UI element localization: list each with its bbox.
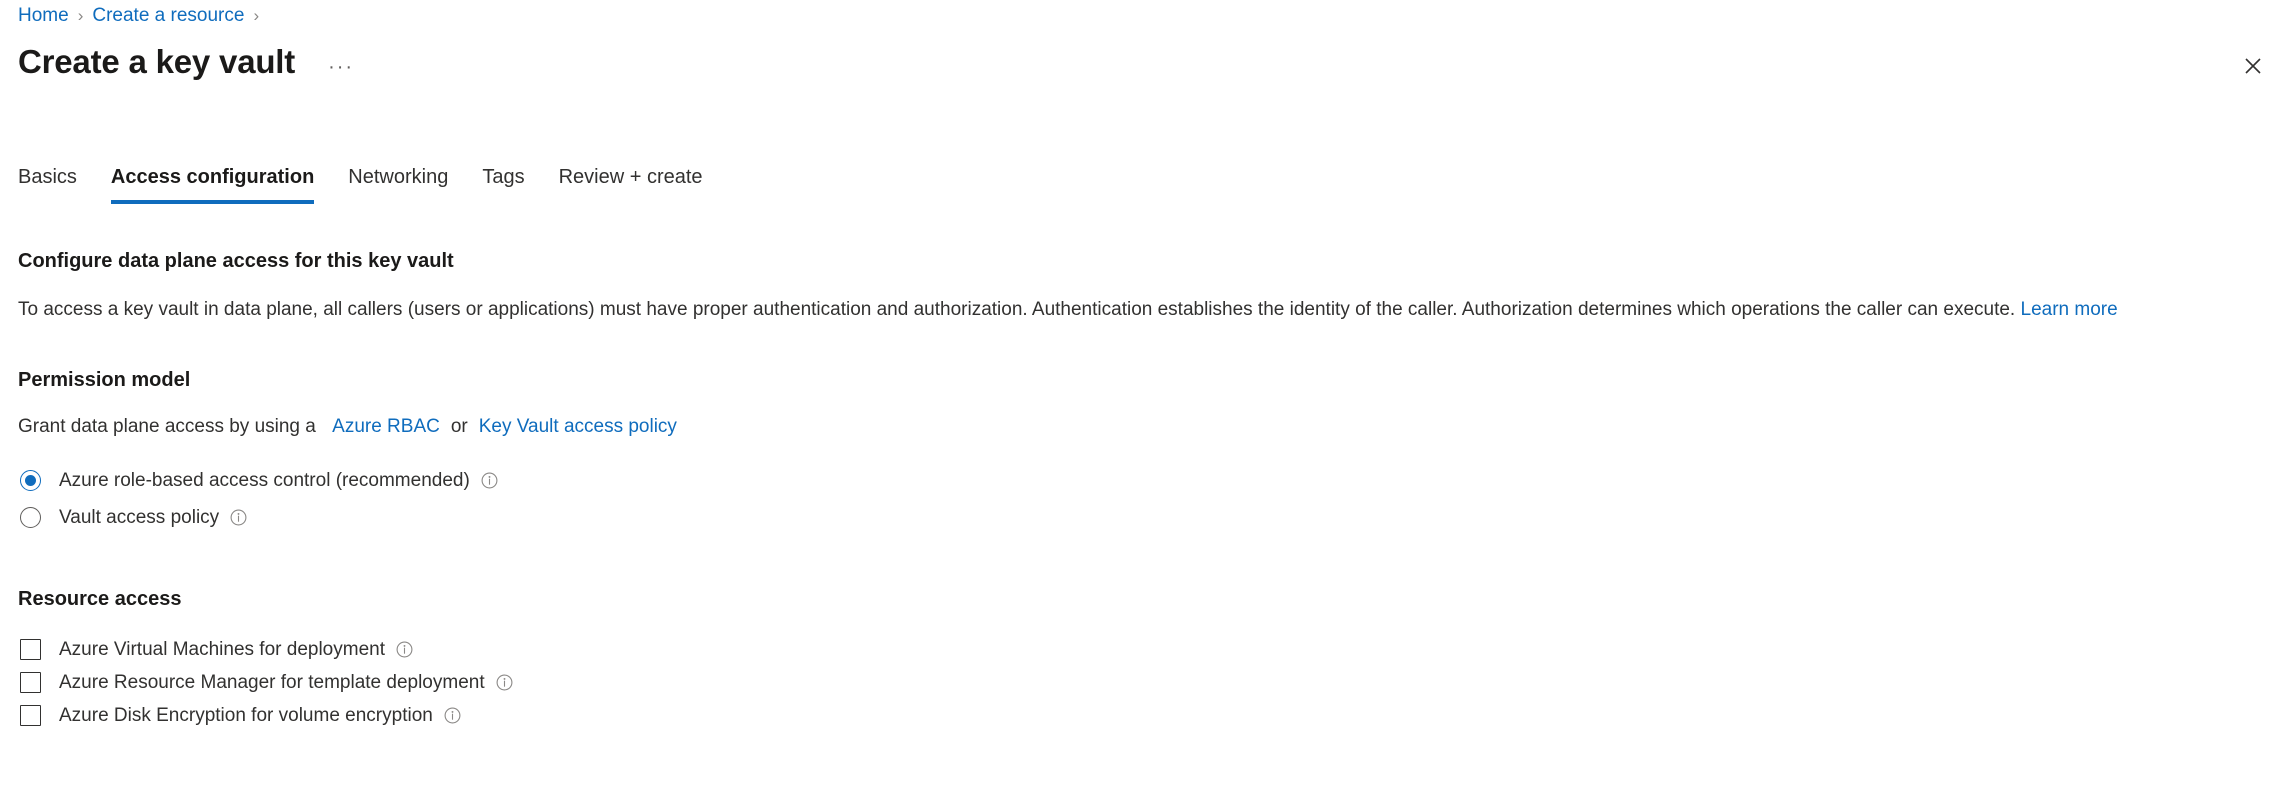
tab-access-configuration[interactable]: Access configuration bbox=[110, 160, 315, 204]
tab-networking[interactable]: Networking bbox=[348, 160, 448, 204]
resource-access-section: Resource access Azure Virtual Machines f… bbox=[18, 586, 2271, 732]
checkbox-indicator-icon bbox=[20, 639, 41, 660]
tab-tags[interactable]: Tags bbox=[482, 160, 524, 204]
info-icon[interactable] bbox=[444, 707, 461, 724]
radio-azure-rbac[interactable]: Azure role-based access control (recomme… bbox=[18, 462, 2271, 499]
main-content: Configure data plane access for this key… bbox=[18, 248, 2271, 732]
radio-vault-access-policy[interactable]: Vault access policy bbox=[18, 499, 2271, 536]
tab-basics[interactable]: Basics bbox=[18, 160, 77, 204]
checkbox-azure-resource-manager[interactable]: Azure Resource Manager for template depl… bbox=[18, 666, 2271, 699]
radio-label-vault-access-policy: Vault access policy bbox=[59, 506, 220, 528]
permission-model-radio-group: Azure role-based access control (recomme… bbox=[18, 462, 2271, 536]
section-heading-configure-data-plane-access: Configure data plane access for this key… bbox=[18, 250, 454, 272]
checkbox-label-azure-resource-manager: Azure Resource Manager for template depl… bbox=[59, 671, 485, 693]
resource-access-checkbox-group: Azure Virtual Machines for deployment Az… bbox=[18, 633, 2271, 732]
radio-indicator-icon bbox=[20, 470, 41, 491]
tab-review-create[interactable]: Review + create bbox=[559, 160, 703, 204]
checkbox-label-azure-virtual-machines: Azure Virtual Machines for deployment bbox=[59, 638, 385, 660]
page-title: Create a key vault bbox=[18, 43, 296, 80]
info-icon[interactable] bbox=[230, 509, 247, 526]
radio-indicator-icon bbox=[20, 507, 41, 528]
checkbox-azure-virtual-machines[interactable]: Azure Virtual Machines for deployment bbox=[18, 633, 2271, 666]
permission-model-intro-middle: or bbox=[450, 416, 468, 437]
breadcrumb-item-create-a-resource[interactable]: Create a resource bbox=[92, 2, 244, 30]
info-icon[interactable] bbox=[396, 641, 413, 658]
learn-more-link[interactable]: Learn more bbox=[2021, 299, 2118, 320]
breadcrumb-separator-icon: › bbox=[253, 6, 260, 25]
section-description: To access a key vault in data plane, all… bbox=[18, 297, 2271, 323]
key-vault-access-policy-link[interactable]: Key Vault access policy bbox=[479, 416, 677, 437]
permission-model-intro-prefix: Grant data plane access by using a bbox=[18, 416, 316, 437]
permission-model-description: Grant data plane access by using a Azure… bbox=[18, 414, 2271, 440]
resource-access-heading: Resource access bbox=[18, 588, 182, 610]
info-icon[interactable] bbox=[496, 674, 513, 691]
close-icon bbox=[2243, 56, 2263, 76]
radio-label-azure-rbac: Azure role-based access control (recomme… bbox=[59, 469, 470, 491]
title-row: Create a key vault ··· bbox=[18, 40, 360, 84]
checkbox-indicator-icon bbox=[20, 705, 41, 726]
azure-rbac-link[interactable]: Azure RBAC bbox=[332, 416, 440, 437]
permission-model-heading: Permission model bbox=[18, 369, 191, 391]
checkbox-indicator-icon bbox=[20, 672, 41, 693]
tab-bar: Basics Access configuration Networking T… bbox=[18, 160, 703, 204]
breadcrumb-separator-icon: › bbox=[77, 6, 84, 25]
permission-model-section: Permission model Grant data plane access… bbox=[18, 367, 2271, 536]
breadcrumb-item-home[interactable]: Home bbox=[18, 2, 69, 30]
info-icon[interactable] bbox=[481, 472, 498, 489]
section-description-text: To access a key vault in data plane, all… bbox=[18, 299, 2016, 320]
breadcrumb: Home › Create a resource › bbox=[18, 2, 268, 30]
checkbox-label-azure-disk-encryption: Azure Disk Encryption for volume encrypt… bbox=[59, 704, 433, 726]
checkbox-azure-disk-encryption[interactable]: Azure Disk Encryption for volume encrypt… bbox=[18, 699, 2271, 732]
more-options-button[interactable]: ··· bbox=[322, 56, 360, 78]
close-button[interactable] bbox=[2235, 48, 2271, 84]
